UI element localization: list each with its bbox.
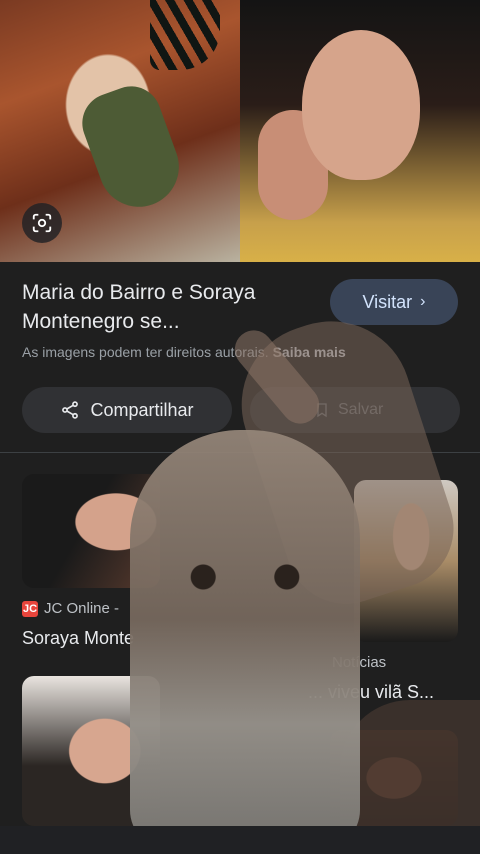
save-button[interactable]: Salvar — [250, 387, 460, 433]
visit-button-label: Visitar — [362, 291, 413, 312]
save-button-label: Salvar — [338, 401, 384, 418]
related-image-1[interactable] — [22, 474, 160, 588]
related-image-3[interactable] — [22, 676, 160, 826]
result-title[interactable]: Maria do Bairro e Soraya Montenegro se..… — [22, 278, 314, 336]
google-lens-icon[interactable] — [22, 203, 62, 243]
visit-button[interactable]: Visitar › — [330, 279, 458, 325]
image-detail-face — [302, 30, 420, 180]
image-detail-headpiece — [150, 0, 220, 70]
share-icon — [62, 401, 79, 419]
share-button-label: Compartilhar — [90, 399, 194, 420]
jc-online-logo-icon: JC — [22, 600, 38, 617]
learn-more-link[interactable]: Saiba mais — [273, 344, 346, 360]
copyright-text: As imagens podem ter direitos autorais. — [22, 344, 269, 360]
overlay-eyes — [150, 562, 340, 592]
related-source-2: Notícias — [332, 654, 387, 671]
bookmark-icon — [317, 403, 327, 418]
image-detail-glove — [73, 77, 191, 219]
section-divider — [0, 452, 480, 453]
related-caption-1[interactable]: Soraya Monte — [22, 628, 134, 649]
related-image-2[interactable] — [354, 480, 458, 642]
share-button[interactable]: Compartilhar — [22, 387, 232, 433]
related-source-1: JC JC Online - — [22, 600, 119, 617]
hero-image-right[interactable] — [240, 0, 480, 262]
copyright-notice: As imagens podem ter direitos autorais. … — [22, 344, 346, 360]
related-source-1-label: JC Online - — [44, 600, 120, 617]
hero-images — [0, 0, 480, 262]
chevron-right-icon: › — [420, 293, 426, 310]
related-caption-2[interactable]: ... viveu vilã S... — [308, 682, 434, 703]
related-image-4[interactable] — [330, 730, 458, 826]
overlay-person — [130, 430, 360, 850]
bottom-bar — [0, 826, 480, 854]
